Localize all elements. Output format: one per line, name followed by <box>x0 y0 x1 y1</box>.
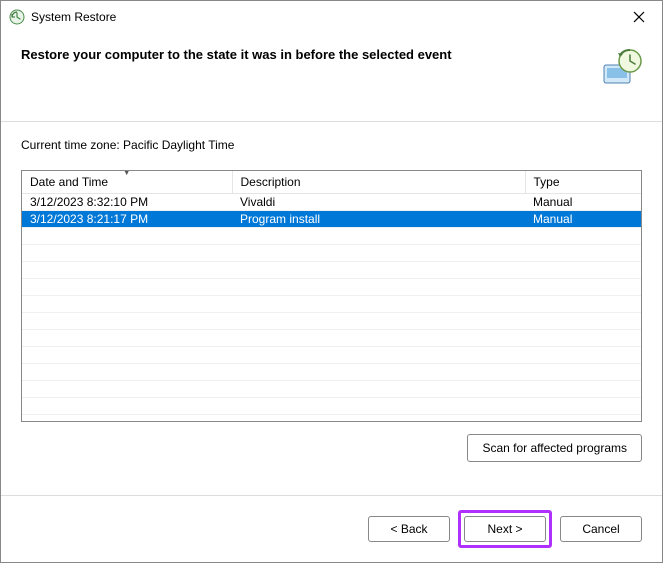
close-icon <box>633 11 645 23</box>
table-row-empty <box>22 364 641 381</box>
restore-points-table[interactable]: Date and Time ▼ Description Type 3/12/20… <box>21 170 642 422</box>
header-area: Restore your computer to the state it wa… <box>1 33 662 121</box>
table-row-empty <box>22 398 641 415</box>
table-row-empty <box>22 245 641 262</box>
table-cell-type: Manual <box>525 211 641 228</box>
column-header-description[interactable]: Description <box>232 171 525 194</box>
table-row-empty <box>22 347 641 364</box>
table-cell-date: 3/12/2023 8:32:10 PM <box>22 194 232 211</box>
footer-buttons: < Back Next > Cancel <box>1 495 662 562</box>
next-button-highlight: Next > <box>458 510 552 548</box>
sort-indicator-icon: ▼ <box>123 170 130 177</box>
window-title: System Restore <box>31 10 616 24</box>
table-header-row: Date and Time ▼ Description Type <box>22 171 641 194</box>
table-row-empty <box>22 262 641 279</box>
column-header-type-label: Type <box>534 175 560 189</box>
scan-row: Scan for affected programs <box>21 434 642 462</box>
table-cell-description: Program install <box>232 211 525 228</box>
table-row-empty <box>22 330 641 347</box>
table-row[interactable]: 3/12/2023 8:21:17 PMProgram installManua… <box>22 211 641 228</box>
system-restore-icon <box>9 9 25 25</box>
column-header-type[interactable]: Type <box>525 171 641 194</box>
table-row-empty <box>22 313 641 330</box>
column-header-date[interactable]: Date and Time ▼ <box>22 171 232 194</box>
titlebar: System Restore <box>1 1 662 33</box>
table-cell-type: Manual <box>525 194 641 211</box>
table-row-empty <box>22 296 641 313</box>
next-button[interactable]: Next > <box>464 516 546 542</box>
table-row-empty <box>22 279 641 296</box>
content-area: Current time zone: Pacific Daylight Time… <box>1 121 662 495</box>
column-header-description-label: Description <box>241 175 301 189</box>
close-button[interactable] <box>616 1 662 33</box>
back-button[interactable]: < Back <box>368 516 450 542</box>
table-row-empty <box>22 228 641 245</box>
table-cell-description: Vivaldi <box>232 194 525 211</box>
restore-clock-icon <box>600 47 642 89</box>
page-heading: Restore your computer to the state it wa… <box>21 47 590 62</box>
system-restore-window: System Restore Restore your computer to … <box>0 0 663 563</box>
table-row-empty <box>22 381 641 398</box>
table-cell-date: 3/12/2023 8:21:17 PM <box>22 211 232 228</box>
timezone-label: Current time zone: Pacific Daylight Time <box>21 138 642 152</box>
cancel-button[interactable]: Cancel <box>560 516 642 542</box>
table-row[interactable]: 3/12/2023 8:32:10 PMVivaldiManual <box>22 194 641 211</box>
scan-affected-programs-button[interactable]: Scan for affected programs <box>467 434 642 462</box>
column-header-date-label: Date and Time <box>30 175 108 189</box>
